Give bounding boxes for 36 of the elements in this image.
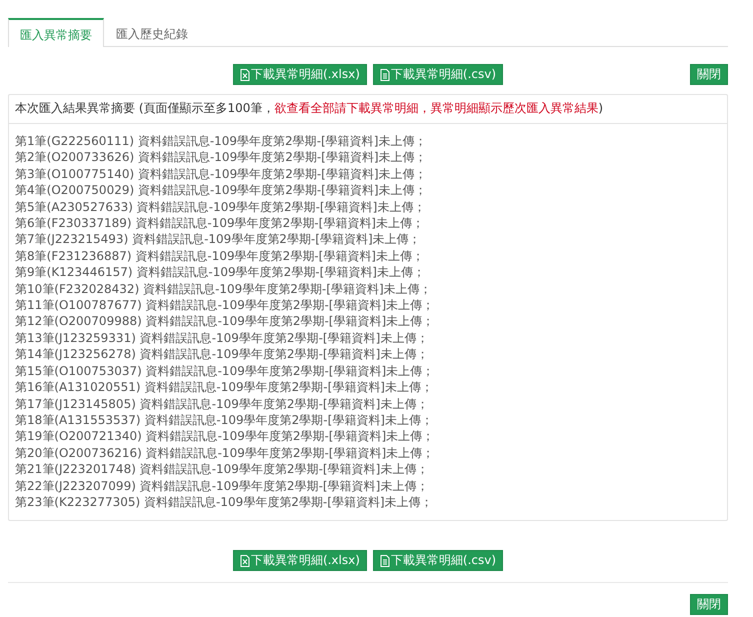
close-button[interactable]: 關閉 xyxy=(690,594,728,616)
summary-heading: 本次匯入結果異常摘要 (頁面僅顯示至多100筆，欲查看全部請下載異常明細，異常明細顯示歷次匯入異常結果) xyxy=(9,95,727,124)
spreadsheet-file-icon xyxy=(240,68,250,80)
error-line: 第22筆(J223207099) 資料錯誤訊息-109學年度第2學期-[學籍資料]未上傳； xyxy=(15,478,430,494)
error-line: 第7筆(J223215493) 資料錯誤訊息-109學年度第2學期-[學籍資料]未上傳； xyxy=(15,231,422,248)
error-line: 第14筆(J123256278) 資料錯誤訊息-109學年度第2學期-[學籍資料]未上傳； xyxy=(15,346,430,363)
download-button[interactable]: 下載異常明細(.xlsx) xyxy=(232,550,367,572)
error-line: 第2筆(O200733626) 資料錯誤訊息-109學年度第2學期-[學籍資料]未上傳； xyxy=(15,149,428,166)
error-line: 第21筆(J223201748) 資料錯誤訊息-109學年度第2學期-[學籍資料]未上傳； xyxy=(15,461,430,478)
download-button[interactable]: 下載異常明細(.csv) xyxy=(372,550,504,572)
document-icon xyxy=(380,554,390,567)
error-line: 第1筆(G222560111) 資料錯誤訊息-109學年度第2學期-[學籍資料]未上傳； xyxy=(15,133,428,150)
error-line: 第5筆(A230527633) 資料錯誤訊息-109學年度第2學期-[學籍資料]未上傳； xyxy=(15,198,426,216)
error-line: 第15筆(O100753037) 資料錯誤訊息-109學年度第2學期-[學籍資料]未上傳； xyxy=(15,362,436,380)
close-button[interactable]: 關閉 xyxy=(690,64,728,85)
tab[interactable]: 匯入異常摘要 xyxy=(8,18,104,47)
error-line: 第9筆(K123446157) 資料錯誤訊息-109學年度第2學期-[學籍資料]未上傳； xyxy=(15,264,426,281)
error-line: 第12筆(O200709988) 資料錯誤訊息-109學年度第2學期-[學籍資料]未上傳； xyxy=(15,313,436,330)
error-line: 第10筆(F232028432) 資料錯誤訊息-109學年度第2學期-[學籍資料]未上傳； xyxy=(15,280,433,298)
download-button[interactable]: 下載異常明細(.csv) xyxy=(372,64,504,85)
error-line: 第6筆(F230337189) 資料錯誤訊息-109學年度第2學期-[學籍資料]未上傳； xyxy=(15,215,425,232)
tab[interactable]: 匯入歷史紀錄 xyxy=(104,18,200,47)
error-line: 第8筆(F231236887) 資料錯誤訊息-109學年度第2學期-[學籍資料]未上傳； xyxy=(15,248,425,264)
download-button[interactable]: 下載異常明細(.xlsx) xyxy=(232,64,367,85)
error-line: 第17筆(J123145805) 資料錯誤訊息-109學年度第2學期-[學籍資料]未上傳； xyxy=(15,396,430,412)
error-line: 第18筆(A131553537) 資料錯誤訊息-109學年度第2學期-[學籍資料]未上傳； xyxy=(15,412,434,428)
error-line: 第16筆(A131020551) 資料錯誤訊息-109學年度第2學期-[學籍資料]未上傳； xyxy=(15,379,434,396)
error-line: 第13筆(J123259331) 資料錯誤訊息-109學年度第2學期-[學籍資料]未上傳； xyxy=(15,330,430,346)
error-line: 第20筆(O200736216) 資料錯誤訊息-109學年度第2學期-[學籍資料]未上傳； xyxy=(15,444,436,462)
error-line: 第23筆(K223277305) 資料錯誤訊息-109學年度第2學期-[學籍資料]未上傳； xyxy=(15,494,434,510)
error-line: 第4筆(O200750029) 資料錯誤訊息-109學年度第2學期-[學籍資料]未上傳； xyxy=(15,182,428,199)
document-icon xyxy=(380,68,390,80)
spreadsheet-file-icon xyxy=(240,554,250,567)
error-line: 第11筆(O100787677) 資料錯誤訊息-109學年度第2學期-[學籍資料]未上傳； xyxy=(15,297,436,314)
error-line: 第3筆(O100775140) 資料錯誤訊息-109學年度第2學期-[學籍資料]未上傳； xyxy=(15,166,428,182)
error-line: 第19筆(O200721340) 資料錯誤訊息-109學年度第2學期-[學籍資料]未上傳； xyxy=(15,428,436,445)
